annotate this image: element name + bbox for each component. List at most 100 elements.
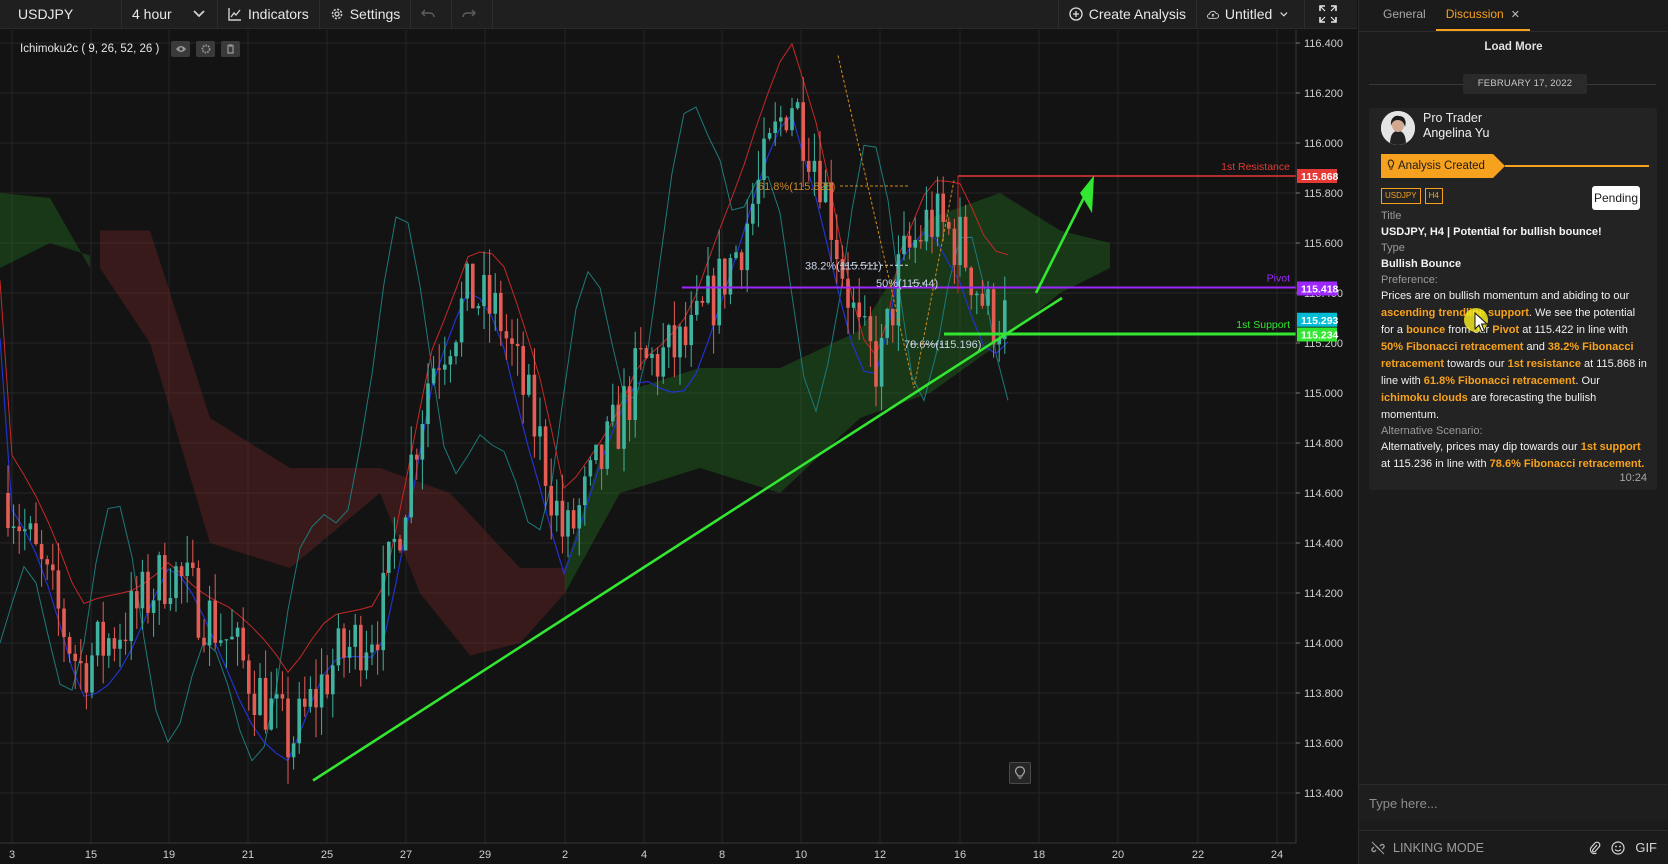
paperclip-icon bbox=[1590, 841, 1601, 854]
title-label: Title bbox=[1381, 210, 1402, 222]
indicator-delete-button[interactable] bbox=[221, 41, 241, 57]
candle-bearish bbox=[801, 102, 805, 161]
candle-bearish bbox=[247, 660, 251, 694]
idea-button[interactable] bbox=[1009, 762, 1031, 784]
price-tick-label: 116.200 bbox=[1304, 88, 1343, 100]
candle-bearish bbox=[521, 346, 525, 395]
candle-bullish bbox=[275, 694, 279, 699]
timeframe-tag: H4 bbox=[1424, 188, 1443, 204]
candle-bullish bbox=[588, 460, 593, 477]
price-marker-label: 115.418 bbox=[1301, 284, 1339, 296]
price-tick-label: 114.800 bbox=[1304, 438, 1343, 450]
candle-bullish bbox=[667, 325, 671, 348]
fib-level-label: 78.6%(115.196) bbox=[904, 339, 981, 351]
candle-bearish bbox=[711, 275, 716, 326]
close-icon[interactable]: ✕ bbox=[1511, 8, 1520, 21]
candle-bearish bbox=[700, 300, 705, 303]
time-tick-label: 4 bbox=[641, 849, 647, 861]
candle-bullish bbox=[538, 426, 542, 437]
candle-bearish bbox=[101, 621, 105, 656]
emoji-button[interactable] bbox=[1611, 840, 1625, 855]
gif-button[interactable]: GIF bbox=[1635, 840, 1657, 855]
symbol-selector[interactable]: USDJPY bbox=[0, 0, 122, 29]
settings-button[interactable]: Settings bbox=[320, 0, 412, 29]
candle-bullish bbox=[717, 258, 721, 326]
analysis-message-card: Pro Trader Angelina Yu Analysis Created … bbox=[1369, 108, 1657, 490]
candle-bearish bbox=[56, 570, 61, 609]
candle-bullish bbox=[403, 517, 408, 551]
price-tick-label: 113.400 bbox=[1304, 788, 1343, 800]
pending-status-button[interactable]: Pending bbox=[1592, 186, 1640, 210]
highlight-term: bounce bbox=[1406, 324, 1446, 336]
load-more-button[interactable]: Load More bbox=[1359, 41, 1668, 53]
candle-bearish bbox=[919, 239, 923, 242]
candle-bullish bbox=[465, 263, 469, 299]
chart-area[interactable]: 1st Resistance Pivot 1st Support 61.8%(115.… bbox=[0, 30, 1357, 864]
tab-discussion[interactable]: Discussion ✕ bbox=[1435, 7, 1530, 31]
candle-bearish bbox=[857, 302, 861, 318]
create-analysis-button[interactable]: Create Analysis bbox=[1059, 0, 1197, 29]
candle-bearish bbox=[846, 278, 850, 308]
candle-bullish bbox=[913, 239, 917, 248]
tab-general-label: General bbox=[1383, 7, 1426, 21]
candle-bearish bbox=[123, 639, 128, 642]
candle-bearish bbox=[723, 258, 727, 295]
candle-bullish bbox=[975, 293, 979, 296]
candle-bearish bbox=[67, 636, 72, 654]
date-label: FEBRUARY 17, 2022 bbox=[1463, 74, 1587, 94]
price-chart[interactable]: 1st Resistance Pivot 1st Support 61.8%(115.… bbox=[0, 30, 1357, 864]
avatar[interactable] bbox=[1381, 111, 1415, 145]
candle-bullish bbox=[230, 636, 234, 640]
indicator-visibility-button[interactable] bbox=[171, 41, 191, 57]
price-marker-label: 115.293 bbox=[1301, 315, 1339, 327]
discussion-panel: General Discussion ✕ Load More FEBRUARY … bbox=[1358, 0, 1668, 864]
candle-bullish bbox=[140, 571, 145, 609]
candle-bearish bbox=[672, 325, 677, 358]
indicators-button[interactable]: Indicators bbox=[218, 0, 320, 29]
candle-bearish bbox=[907, 235, 912, 248]
candle-bullish bbox=[661, 347, 665, 377]
candle-bullish bbox=[745, 223, 749, 271]
candle-bullish bbox=[291, 743, 296, 758]
fullscreen-button[interactable] bbox=[1305, 0, 1357, 29]
layout-selector[interactable]: Untitled bbox=[1197, 0, 1305, 29]
candle-bullish bbox=[409, 454, 413, 518]
candle-bearish bbox=[471, 263, 475, 309]
price-tick-label: 113.800 bbox=[1304, 688, 1343, 700]
candle-bearish bbox=[941, 193, 945, 222]
emoji-icon bbox=[1611, 840, 1625, 855]
candle-bullish bbox=[185, 562, 189, 576]
link-off-icon bbox=[1371, 841, 1385, 854]
avatar-portrait-icon bbox=[1381, 111, 1415, 145]
time-tick-label: 25 bbox=[321, 849, 333, 861]
indicator-settings-button[interactable] bbox=[196, 41, 216, 57]
candle-bearish bbox=[835, 239, 839, 260]
interval-selector[interactable]: 4 hour bbox=[122, 0, 218, 29]
interval-label: 4 hour bbox=[132, 6, 172, 22]
candle-bearish bbox=[560, 500, 565, 537]
tab-general[interactable]: General bbox=[1373, 7, 1436, 31]
candle-bearish bbox=[34, 523, 38, 545]
candle-bullish bbox=[751, 203, 755, 224]
candle-bearish bbox=[991, 289, 996, 345]
highlight-term: 61.8% Fibonacci retracement bbox=[1423, 375, 1576, 387]
symbol-label: USDJPY bbox=[18, 6, 74, 22]
linking-mode-toggle[interactable]: LINKING MODE bbox=[1371, 841, 1484, 855]
candle-bearish bbox=[415, 454, 419, 460]
candle-bearish bbox=[196, 567, 201, 638]
candle-bullish bbox=[107, 638, 111, 656]
highlight-term: 1st resistance bbox=[1507, 358, 1581, 370]
redo-button[interactable] bbox=[452, 0, 494, 29]
candle-bearish bbox=[6, 493, 10, 528]
panel-tabs: General Discussion ✕ bbox=[1359, 0, 1668, 32]
candle-bearish bbox=[202, 637, 206, 646]
message-input[interactable] bbox=[1369, 791, 1659, 815]
attach-button[interactable] bbox=[1589, 841, 1601, 855]
redo-icon bbox=[462, 9, 477, 18]
candle-bullish bbox=[935, 193, 940, 237]
fib-level-label: 61.8%(115.828) bbox=[758, 181, 835, 193]
candle-bullish bbox=[678, 326, 682, 358]
undo-button[interactable] bbox=[411, 0, 453, 29]
candle-bearish bbox=[599, 444, 604, 469]
price-tick-label: 115.800 bbox=[1304, 188, 1343, 200]
